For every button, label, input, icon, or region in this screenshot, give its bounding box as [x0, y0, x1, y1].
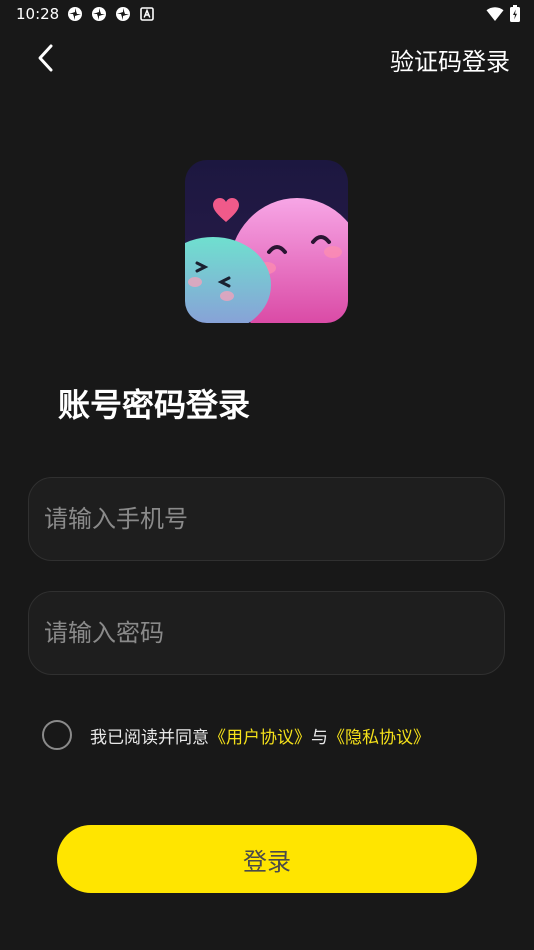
pinwheel-icon: [68, 7, 82, 21]
battery-icon: [510, 5, 520, 22]
verification-code-login-link[interactable]: 验证码登录: [390, 42, 510, 77]
privacy-policy-link[interactable]: 《隐私协议》: [328, 728, 430, 748]
back-button[interactable]: [26, 38, 66, 78]
status-right: [486, 5, 520, 22]
agreement-prefix: 我已阅读并同意: [90, 727, 209, 748]
chevron-left-icon: [38, 44, 53, 72]
password-field[interactable]: [28, 591, 505, 675]
pinwheel-icon: [92, 7, 106, 21]
phone-field[interactable]: [28, 477, 505, 561]
password-input[interactable]: [29, 592, 504, 674]
status-bar: 10:28: [0, 0, 534, 28]
notification-icons: [67, 6, 155, 22]
a-box-icon: [140, 7, 154, 21]
agreement-row: 我已阅读并同意《用户协议》与《隐私协议》: [42, 720, 430, 750]
phone-input[interactable]: [29, 478, 504, 560]
agreement-text: 我已阅读并同意《用户协议》与《隐私协议》: [90, 723, 430, 748]
page-title: 账号密码登录: [58, 386, 251, 424]
pinwheel-icon: [116, 7, 130, 21]
wifi-icon: [486, 6, 504, 21]
user-agreement-link[interactable]: 《用户协议》: [209, 728, 311, 748]
status-time: 10:28: [16, 5, 60, 23]
agreement-checkbox[interactable]: [42, 720, 72, 750]
app-logo: [185, 160, 348, 323]
agreement-conjunction: 与: [311, 727, 328, 748]
login-button[interactable]: 登录: [57, 825, 477, 893]
